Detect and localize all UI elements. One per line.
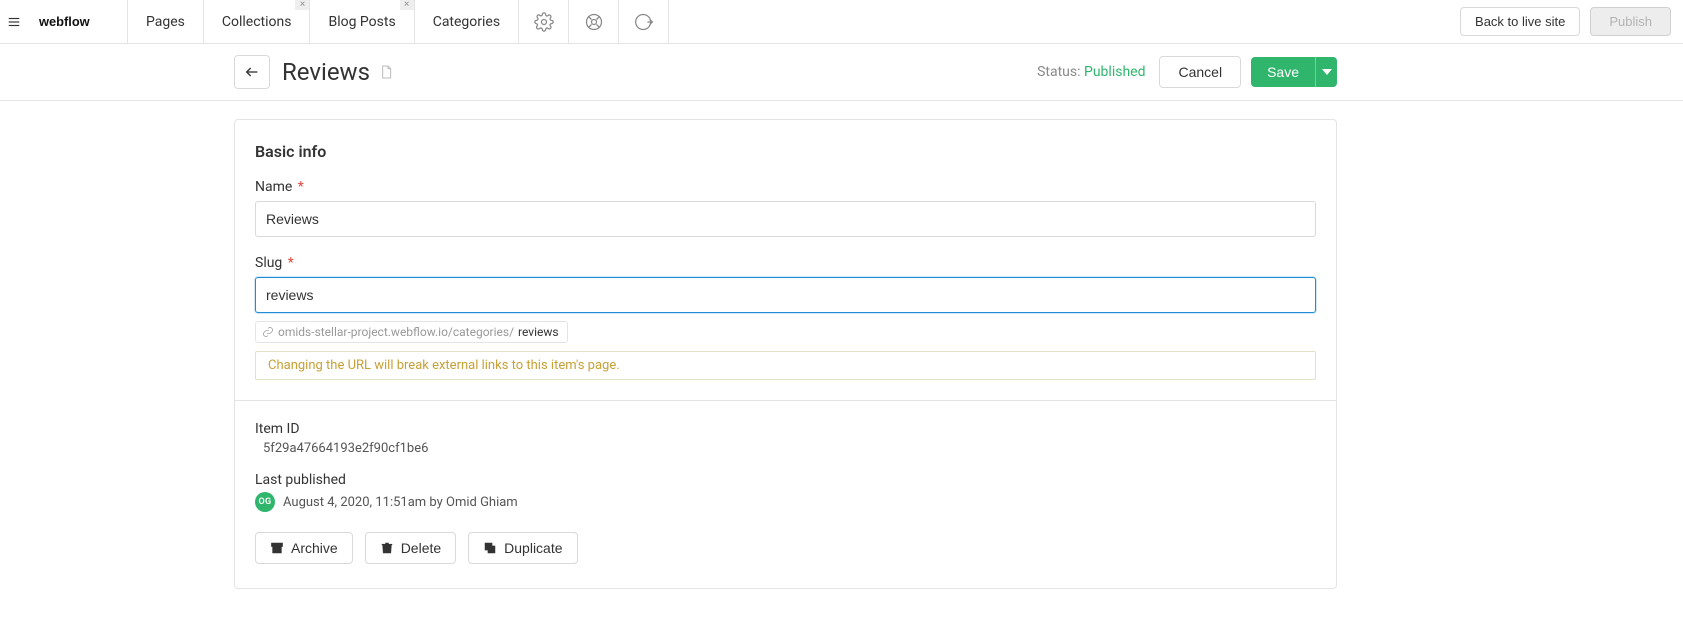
url-base: omids-stellar-project.webflow.io/categor… (278, 325, 514, 339)
item-id-label: Item ID (255, 421, 1316, 437)
archive-icon (270, 541, 284, 555)
action-row: Archive Delete Duplicate (255, 532, 1316, 564)
duplicate-icon (483, 541, 497, 555)
subheader: Reviews Status: Published Cancel Save (234, 44, 1337, 100)
arrow-left-icon (244, 64, 260, 80)
close-icon[interactable]: × (400, 0, 414, 10)
slug-warning: Changing the URL will break external lin… (255, 351, 1316, 380)
settings-button[interactable] (519, 0, 569, 43)
copy-title-button[interactable] (378, 63, 394, 81)
name-input[interactable] (255, 201, 1316, 237)
save-button[interactable]: Save (1251, 57, 1315, 87)
save-dropdown-button[interactable] (1315, 57, 1337, 87)
tab-pages[interactable]: Pages (128, 0, 204, 43)
top-tabs: Pages Collections × Blog Posts × Categor… (128, 0, 519, 43)
last-published-value: August 4, 2020, 11:51am by Omid Ghiam (283, 495, 518, 510)
slug-input[interactable] (255, 277, 1316, 313)
tab-collections[interactable]: Collections × (204, 0, 311, 43)
status-block: Status: Published (1037, 64, 1145, 80)
back-to-live-site-button[interactable]: Back to live site (1460, 7, 1580, 36)
required-mark: * (288, 255, 294, 271)
tab-label: Pages (146, 14, 185, 30)
webflow-logo[interactable]: webflow (28, 0, 128, 43)
document-icon (378, 63, 394, 81)
publish-button[interactable]: Publish (1590, 7, 1671, 36)
basic-info-section: Basic info Name * Slug * omids-stellar-p… (235, 120, 1336, 401)
url-preview: omids-stellar-project.webflow.io/categor… (255, 321, 568, 343)
avatar: OG (255, 492, 275, 512)
trash-icon (380, 541, 394, 555)
help-button[interactable] (569, 0, 619, 43)
cancel-button[interactable]: Cancel (1159, 56, 1241, 88)
chevron-down-icon (1322, 67, 1332, 77)
link-icon (262, 326, 274, 338)
help-icon (584, 12, 604, 32)
logout-icon (634, 12, 654, 32)
hamburger-button[interactable] (0, 0, 28, 43)
status-label: Status: (1037, 64, 1080, 80)
url-slug: reviews (518, 325, 559, 339)
duplicate-button[interactable]: Duplicate (468, 532, 577, 564)
back-button[interactable] (234, 55, 270, 89)
svg-text:webflow: webflow (39, 13, 91, 28)
tab-label: Blog Posts (328, 14, 395, 30)
item-editor-card: Basic info Name * Slug * omids-stellar-p… (234, 119, 1337, 589)
slug-label: Slug * (255, 255, 1316, 271)
save-button-group: Save (1251, 57, 1337, 87)
logout-button[interactable] (619, 0, 669, 43)
name-label: Name * (255, 179, 1316, 195)
required-mark: * (298, 179, 304, 195)
page-title: Reviews (282, 58, 370, 86)
tab-blog-posts[interactable]: Blog Posts × (310, 0, 414, 43)
gear-icon (534, 12, 554, 32)
tab-label: Categories (433, 14, 500, 30)
metadata-section: Item ID 5f29a47664193e2f90cf1be6 Last pu… (235, 401, 1336, 588)
tab-categories[interactable]: Categories (415, 0, 519, 43)
close-icon[interactable]: × (295, 0, 309, 10)
hamburger-icon (7, 15, 21, 29)
section-title: Basic info (255, 142, 1316, 161)
last-published-label: Last published (255, 472, 1316, 488)
top-bar: webflow Pages Collections × Blog Posts ×… (0, 0, 1683, 44)
archive-button[interactable]: Archive (255, 532, 353, 564)
top-right-actions: Back to live site Publish (1460, 0, 1683, 43)
item-id-value: 5f29a47664193e2f90cf1be6 (263, 441, 1316, 456)
status-value: Published (1084, 64, 1145, 80)
webflow-logo-icon: webflow (39, 13, 116, 31)
delete-button[interactable]: Delete (365, 532, 456, 564)
tab-label: Collections (222, 14, 292, 30)
